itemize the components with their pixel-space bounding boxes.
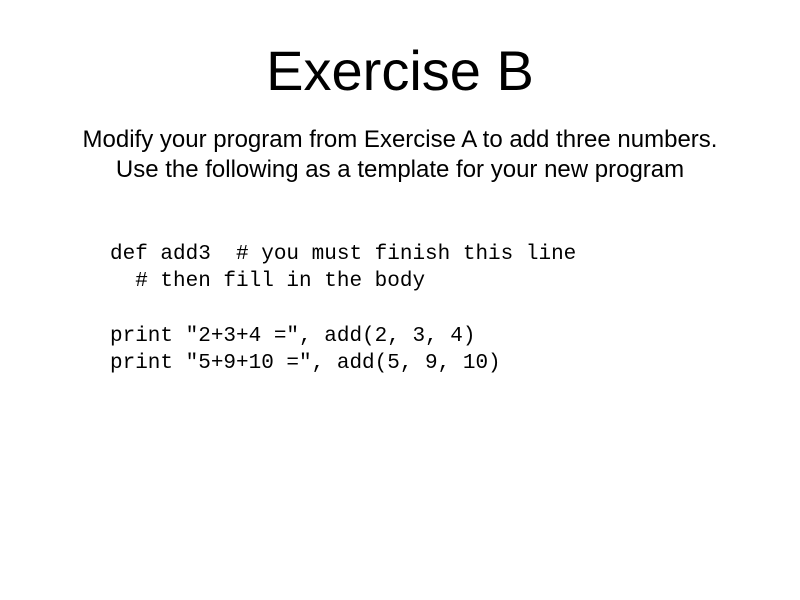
code-line-5: print "5+9+10 =", add(5, 9, 10) bbox=[110, 352, 501, 375]
code-line-2: # then fill in the body bbox=[110, 270, 425, 293]
code-block: def add3 # you must finish this line # t… bbox=[110, 241, 800, 377]
code-line-1: def add3 # you must finish this line bbox=[110, 243, 576, 266]
instructions-line-2: Use the following as a template for your… bbox=[2, 155, 798, 185]
instructions-line-1: Modify your program from Exercise A to a… bbox=[2, 125, 798, 155]
instructions-block: Modify your program from Exercise A to a… bbox=[0, 125, 800, 185]
code-line-4: print "2+3+4 =", add(2, 3, 4) bbox=[110, 325, 475, 348]
exercise-title: Exercise B bbox=[0, 0, 800, 125]
